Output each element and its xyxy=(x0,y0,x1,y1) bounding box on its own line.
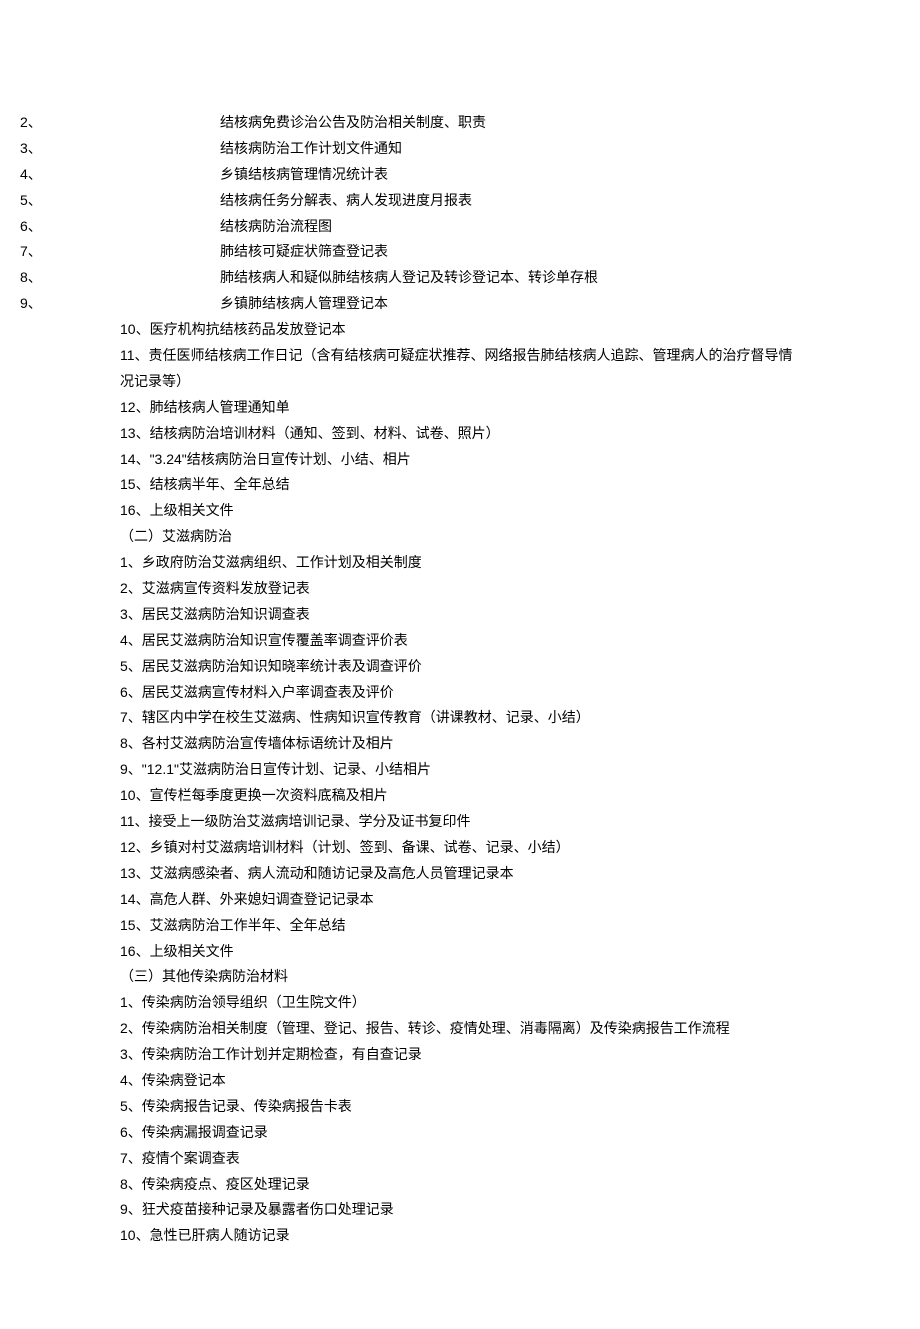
section-c: （三）其他传染病防治材料 1、传染病防治领导组织（卫生院文件） 2、传染病防治相… xyxy=(120,964,800,1249)
list-item: 11、接受上一级防治艾滋病培训记录、学分及证书复印件 xyxy=(120,809,800,835)
item-number: 4、 xyxy=(120,162,220,188)
list-item: 5、居民艾滋病防治知识知晓率统计表及调查评价 xyxy=(120,654,800,680)
section-title: （二）艾滋病防治 xyxy=(120,524,800,550)
list-item: 13、结核病防治培训材料（通知、签到、材料、试卷、照片） xyxy=(120,421,800,447)
list-item: 3、结核病防治工作计划文件通知 xyxy=(120,136,800,162)
item-text: 结核病免费诊治公告及防治相关制度、职责 xyxy=(220,114,486,130)
list-item: 7、辖区内中学在校生艾滋病、性病知识宣传教育（讲课教材、记录、小结） xyxy=(120,705,800,731)
item-text: 乡镇肺结核病人管理登记本 xyxy=(220,295,388,311)
list-item: 4、传染病登记本 xyxy=(120,1068,800,1094)
section-title: （三）其他传染病防治材料 xyxy=(120,964,800,990)
item-text: 结核病防治流程图 xyxy=(220,218,332,234)
item-text: 结核病防治工作计划文件通知 xyxy=(220,140,402,156)
item-number: 7、 xyxy=(120,239,220,265)
list-item: 10、急性已肝病人随访记录 xyxy=(120,1223,800,1249)
list-item: 9、"12.1"艾滋病防治日宣传计划、记录、小结相片 xyxy=(120,757,800,783)
list-item: 13、艾滋病感染者、病人流动和随访记录及高危人员管理记录本 xyxy=(120,861,800,887)
list-item: 14、"3.24"结核病防治日宣传计划、小结、相片 xyxy=(120,447,800,473)
list-item: 4、乡镇结核病管理情况统计表 xyxy=(120,162,800,188)
list-item: 14、高危人群、外来媳妇调查登记记录本 xyxy=(120,887,800,913)
list-item: 7、肺结核可疑症状筛查登记表 xyxy=(120,239,800,265)
list-item: 8、各村艾滋病防治宣传墙体标语统计及相片 xyxy=(120,731,800,757)
list-item: 3、居民艾滋病防治知识调查表 xyxy=(120,602,800,628)
item-number: 5、 xyxy=(120,188,220,214)
item-text: 肺结核病人和疑似肺结核病人登记及转诊登记本、转诊单存根 xyxy=(220,269,598,285)
list-item: 10、宣传栏每季度更换一次资料底稿及相片 xyxy=(120,783,800,809)
list-item: 4、居民艾滋病防治知识宣传覆盖率调查评价表 xyxy=(120,628,800,654)
list-item: 2、结核病免费诊治公告及防治相关制度、职责 xyxy=(120,110,800,136)
list-item: 15、艾滋病防治工作半年、全年总结 xyxy=(120,913,800,939)
item-number: 9、 xyxy=(120,291,220,317)
list-item: 6、结核病防治流程图 xyxy=(120,214,800,240)
list-item: 11、责任医师结核病工作日记（含有结核病可疑症状推荐、网络报告肺结核病人追踪、管… xyxy=(120,343,800,395)
list-item: 9、狂犬疫苗接种记录及暴露者伤口处理记录 xyxy=(120,1197,800,1223)
list-item: 2、传染病防治相关制度（管理、登记、报告、转诊、疫情处理、消毒隔离）及传染病报告… xyxy=(120,1016,800,1042)
list-item: 15、结核病半年、全年总结 xyxy=(120,472,800,498)
list-item: 6、传染病漏报调查记录 xyxy=(120,1120,800,1146)
list-item: 16、上级相关文件 xyxy=(120,939,800,965)
item-text: 乡镇结核病管理情况统计表 xyxy=(220,166,388,182)
item-number: 6、 xyxy=(120,214,220,240)
item-number: 8、 xyxy=(120,265,220,291)
list-item: 2、艾滋病宣传资料发放登记表 xyxy=(120,576,800,602)
list-item: 5、传染病报告记录、传染病报告卡表 xyxy=(120,1094,800,1120)
list-item: 8、肺结核病人和疑似肺结核病人登记及转诊登记本、转诊单存根 xyxy=(120,265,800,291)
item-number: 3、 xyxy=(120,136,220,162)
document-body: 2、结核病免费诊治公告及防治相关制度、职责 3、结核病防治工作计划文件通知 4、… xyxy=(120,110,800,1249)
list-item: 3、传染病防治工作计划并定期检查，有自查记录 xyxy=(120,1042,800,1068)
list-item: 16、上级相关文件 xyxy=(120,498,800,524)
list-item: 10、医疗机构抗结核药品发放登记本 xyxy=(120,317,800,343)
list-item: 12、乡镇对村艾滋病培训材料（计划、签到、备课、试卷、记录、小结） xyxy=(120,835,800,861)
item-text: 结核病任务分解表、病人发现进度月报表 xyxy=(220,192,472,208)
list-item: 1、传染病防治领导组织（卫生院文件） xyxy=(120,990,800,1016)
section-a: 2、结核病免费诊治公告及防治相关制度、职责 3、结核病防治工作计划文件通知 4、… xyxy=(120,110,800,524)
list-item: 12、肺结核病人管理通知单 xyxy=(120,395,800,421)
list-item: 6、居民艾滋病宣传材料入户率调查表及评价 xyxy=(120,680,800,706)
list-item: 9、乡镇肺结核病人管理登记本 xyxy=(120,291,800,317)
item-text: 肺结核可疑症状筛查登记表 xyxy=(220,243,388,259)
section-b: （二）艾滋病防治 1、乡政府防治艾滋病组织、工作计划及相关制度 2、艾滋病宣传资… xyxy=(120,524,800,964)
item-number: 2、 xyxy=(120,110,220,136)
list-item: 1、乡政府防治艾滋病组织、工作计划及相关制度 xyxy=(120,550,800,576)
list-item: 7、疫情个案调查表 xyxy=(120,1146,800,1172)
list-item: 8、传染病疫点、疫区处理记录 xyxy=(120,1172,800,1198)
list-item: 5、结核病任务分解表、病人发现进度月报表 xyxy=(120,188,800,214)
